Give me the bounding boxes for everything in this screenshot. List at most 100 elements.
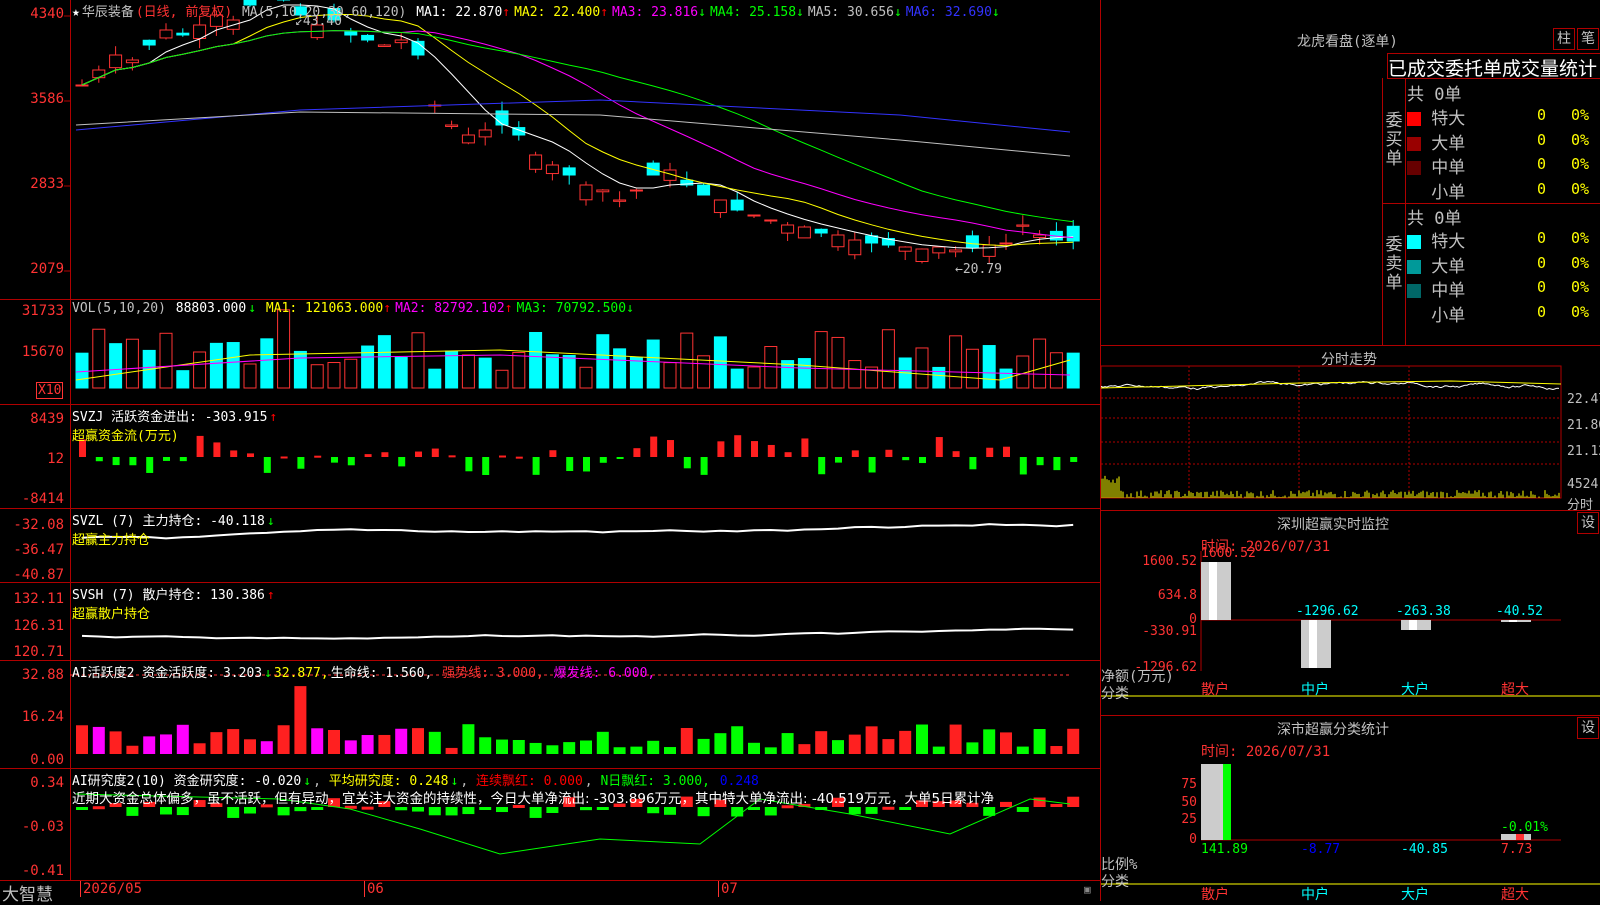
research-bar bbox=[126, 807, 139, 816]
activity-bar bbox=[1067, 728, 1080, 754]
order-row: 小单 0 0% bbox=[1407, 178, 1589, 203]
activity-bar bbox=[899, 730, 912, 754]
legend-item: MA1: 22.870↑ bbox=[416, 5, 511, 20]
candle bbox=[730, 199, 744, 211]
ai-activity-pane[interactable]: 32.88 16.24 0.00 AI活跃度2 资金活跃度: 3.203 ↓ 32.… bbox=[0, 661, 1100, 769]
svzl-pane[interactable]: -32.08 -36.47 -40.87 SVZL (7) 主力持仓: -40.… bbox=[0, 509, 1100, 583]
legend-item: MA4: 25.158↓ bbox=[709, 5, 804, 20]
sz-monitor-panel: 深圳超赢实时监控 设 时间: 2026/07/31 1600.52 634.8 0-… bbox=[1100, 510, 1600, 716]
activity-bar bbox=[529, 742, 542, 754]
legend-item: MA3: 70792.500↓ bbox=[516, 301, 634, 316]
intraday-chart[interactable] bbox=[1101, 346, 1600, 511]
vol-legend: VOL(5,10,20) 88803.000 ↓ MA1: 121063.000↑… bbox=[72, 301, 634, 316]
svzj-pane[interactable]: 8439 12 -8414 SVZJ 活跃资金进出: -303.915 ↑ 超赢资金… bbox=[0, 405, 1100, 509]
volume-bar bbox=[277, 309, 291, 389]
activity-bar bbox=[193, 743, 206, 754]
activity-bar bbox=[428, 731, 441, 754]
activity-bar bbox=[781, 733, 794, 754]
activity-bar bbox=[378, 734, 391, 754]
ai-research-pane[interactable]: 0.34 -0.03 -0.41 AI研究度2(10) 资金研究度: -0.02… bbox=[0, 769, 1100, 881]
flow-bar bbox=[297, 457, 305, 469]
flow-bar bbox=[163, 457, 170, 461]
research-bar bbox=[277, 807, 290, 816]
x-axis-label: 06 bbox=[364, 881, 384, 897]
color-swatch bbox=[1407, 235, 1421, 249]
candle bbox=[932, 246, 946, 254]
order-row: 特大 0 0% bbox=[1407, 104, 1589, 129]
activity-bar bbox=[227, 729, 240, 754]
candle bbox=[125, 59, 139, 64]
flow-bar bbox=[935, 437, 943, 457]
volume-bar bbox=[461, 354, 475, 389]
volume-bar bbox=[797, 358, 811, 389]
volume-pane[interactable]: 31733 15670 X10 VOL(5,10,20) 88803.000 ↓ … bbox=[0, 300, 1100, 405]
volume-bar bbox=[377, 335, 391, 389]
flow-bar bbox=[179, 457, 187, 462]
volume-bar bbox=[529, 331, 543, 389]
activity-bar bbox=[563, 742, 576, 754]
volume-bar bbox=[92, 328, 106, 389]
research-bar bbox=[462, 807, 475, 815]
activity-bar bbox=[361, 735, 374, 754]
bar-view-button[interactable]: 柱 bbox=[1553, 28, 1575, 50]
order-row: 大单 0 0% bbox=[1407, 129, 1589, 154]
order-row: 中单 0 0% bbox=[1407, 276, 1589, 301]
lhb-table: 委买单 委卖单 共 0单 共 0单 特大 0 0% 大单 0 0% 中单 0 0% 小单 0 0… bbox=[1382, 78, 1600, 345]
activity-bar bbox=[664, 747, 676, 754]
activity-bar bbox=[143, 736, 156, 754]
candle bbox=[579, 184, 593, 201]
activity-bar bbox=[92, 726, 105, 754]
activity-bar bbox=[748, 742, 760, 754]
candle bbox=[713, 199, 727, 214]
flow-bar bbox=[146, 457, 154, 473]
volume-bar bbox=[949, 335, 963, 389]
candle bbox=[394, 39, 408, 44]
price-high-label: ↙43.40 bbox=[295, 14, 342, 29]
candle bbox=[562, 167, 576, 176]
price-pane[interactable]: 4340 3586 2833 2079 ★ 华辰装备 (日线, 前复权) MA(5,… bbox=[0, 0, 1100, 300]
flow-bar bbox=[331, 457, 338, 463]
candle bbox=[109, 54, 123, 69]
intraday-axis-label: 22.47 bbox=[1567, 392, 1600, 407]
sc-axis-label: 25 bbox=[1181, 812, 1197, 827]
flow-bar bbox=[952, 451, 960, 457]
volume-bar bbox=[327, 362, 341, 389]
flow-bar bbox=[280, 456, 288, 459]
volume-bar bbox=[411, 332, 425, 389]
research-bar bbox=[361, 806, 374, 810]
research-bar bbox=[664, 807, 676, 815]
price-low-label: ←20.79 bbox=[955, 262, 1002, 277]
activity-bar bbox=[832, 740, 844, 754]
activity-bar bbox=[328, 729, 340, 754]
activity-bar bbox=[126, 745, 139, 754]
sz-monitor-chart: 1600.52634.80-330.91-1296.621600.52散户-12… bbox=[1101, 546, 1600, 698]
volume-bar bbox=[831, 336, 845, 389]
intraday-vol-label: 4524 bbox=[1567, 477, 1599, 492]
lock-icon[interactable]: ▣ bbox=[1084, 883, 1091, 896]
volume-bar bbox=[75, 352, 89, 389]
sz-axis-label: 1600.52 bbox=[1142, 554, 1197, 569]
research-bar bbox=[899, 807, 912, 810]
flow-bar bbox=[650, 436, 658, 457]
volume-bar bbox=[310, 364, 324, 389]
flow-bar bbox=[667, 440, 674, 457]
intraday-axis-label: 21.80 bbox=[1567, 418, 1600, 433]
research-bar bbox=[647, 807, 660, 814]
volume-bar bbox=[663, 362, 677, 389]
activity-bar bbox=[848, 734, 861, 754]
sc-bar-value: 141.89 bbox=[1201, 842, 1248, 857]
candle bbox=[848, 239, 862, 256]
volume-bar bbox=[226, 342, 240, 389]
activity-bar bbox=[244, 739, 256, 754]
activity-bar bbox=[546, 745, 559, 754]
candlestick-chart[interactable] bbox=[0, 0, 1100, 300]
svsh-pane[interactable]: 132.11 126.31 120.71 SVSH (7) 散户持仓: 130.… bbox=[0, 583, 1100, 661]
lhb-panel: 龙虎看盘(逐单) 柱 笔 已成交委托单成交量统计 委买单 委卖单 共 0单 共 … bbox=[1100, 0, 1600, 345]
flow-bar bbox=[1036, 457, 1044, 466]
activity-bar bbox=[512, 739, 525, 754]
period-label: (日线, 前复权) bbox=[135, 5, 233, 20]
candle bbox=[495, 110, 509, 126]
intraday-panel[interactable]: 分时走势 22.47 21.80 21.12 4524 分时 bbox=[1100, 345, 1600, 513]
tick-view-button[interactable]: 笔 bbox=[1577, 28, 1599, 50]
sz-bar-highlight bbox=[1309, 620, 1317, 668]
